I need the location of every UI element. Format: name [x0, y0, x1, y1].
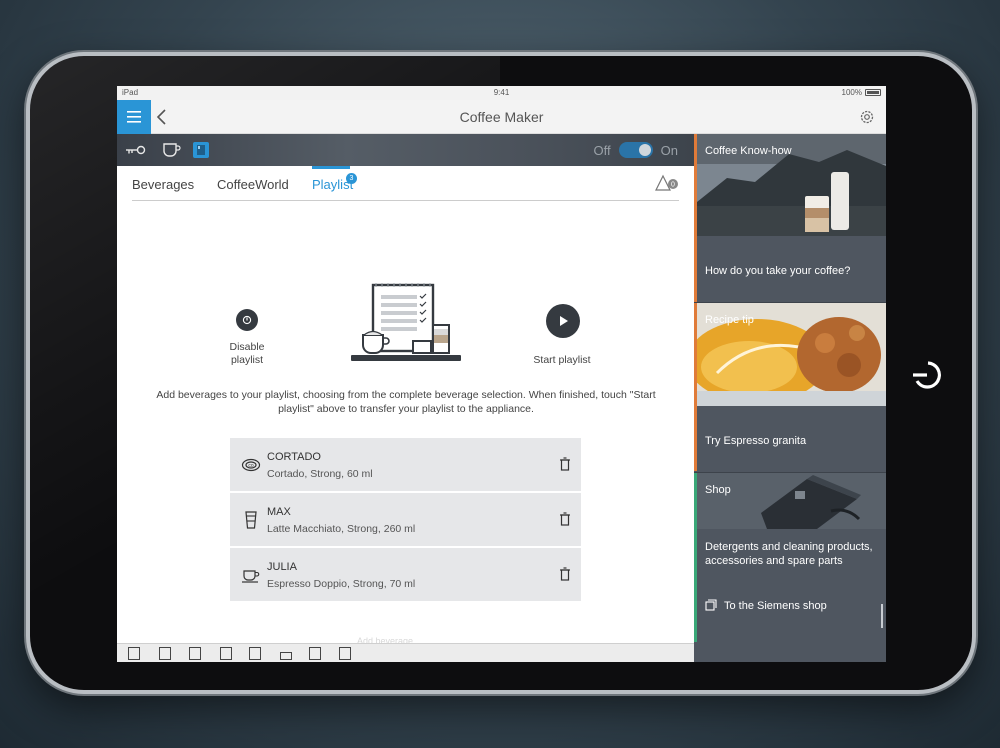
- svg-text:co: co: [248, 463, 254, 469]
- disable-playlist-button[interactable]: [236, 309, 258, 331]
- key-icon[interactable]: [124, 141, 146, 159]
- recipe-tip-card[interactable]: Recipe tip Try Espresso granita: [694, 303, 886, 471]
- scrollbar[interactable]: [881, 604, 883, 628]
- beverage-detail: Espresso Doppio, Strong, 70 ml: [267, 578, 416, 590]
- list-item[interactable]: co CORTADO Cortado, Strong, 60 ml: [230, 438, 581, 491]
- tab-bar: Beverages CoffeeWorld Playlist 3 0: [132, 166, 679, 201]
- coffee-knowhow-card[interactable]: Coffee Know-how How do you take your cof…: [694, 134, 886, 302]
- hood-icon[interactable]: [280, 652, 292, 660]
- right-panel: Coffee Know-how How do you take your cof…: [694, 134, 886, 662]
- list-item[interactable]: JULIA Espresso Doppio, Strong, 70 ml: [230, 548, 581, 601]
- active-tab-indicator: [312, 166, 350, 169]
- battery-percent: 100%: [841, 88, 862, 97]
- power-toggle[interactable]: [618, 142, 653, 158]
- beverage-name: CORTADO: [267, 451, 321, 463]
- beverage-name: MAX: [267, 506, 291, 518]
- disable-playlist-label: Disable playlist: [229, 341, 265, 366]
- appliance-bar: Off On: [117, 134, 694, 166]
- shop-card[interactable]: Shop Detergents and cleaning products, a…: [694, 473, 886, 642]
- warning-count: 0: [671, 182, 675, 189]
- power-small-icon: [242, 315, 252, 325]
- cup-icon[interactable]: [161, 141, 181, 159]
- hob-icon[interactable]: [249, 647, 261, 660]
- beverage-detail: Latte Macchiato, Strong, 260 ml: [267, 523, 416, 535]
- power-toggle-group: Off On: [594, 142, 678, 158]
- nav-bar: Coffee Maker: [117, 100, 886, 134]
- fridge-icon[interactable]: [159, 647, 171, 660]
- oven-icon[interactable]: [309, 647, 321, 660]
- status-bar: iPad 9:41 100%: [117, 86, 886, 100]
- siemens-shop-link[interactable]: To the Siemens shop: [724, 600, 827, 614]
- start-playlist-label: Start playlist: [533, 354, 591, 366]
- beverage-detail: Cortado, Strong, 60 ml: [267, 468, 373, 480]
- card-title: Shop: [705, 484, 731, 496]
- battery-icon: [865, 89, 881, 96]
- tab-coffeeworld[interactable]: CoffeeWorld: [217, 177, 289, 192]
- clock: 9:41: [493, 88, 510, 97]
- card-title: Coffee Know-how: [705, 145, 792, 157]
- washer-icon[interactable]: [189, 647, 201, 660]
- espresso-cup-icon: [242, 570, 260, 583]
- appliance-icon[interactable]: [192, 141, 210, 159]
- trash-icon[interactable]: [559, 512, 571, 526]
- cortado-cup-icon: co: [241, 458, 261, 472]
- knowhow-link[interactable]: How do you take your coffee?: [705, 265, 850, 279]
- recipe-link[interactable]: Try Espresso granita: [705, 435, 806, 449]
- play-icon: [560, 316, 568, 326]
- card-title: Recipe tip: [705, 314, 754, 326]
- off-label: Off: [593, 142, 611, 158]
- gear-icon[interactable]: [858, 108, 876, 126]
- start-playlist-button[interactable]: [546, 304, 580, 338]
- external-link-icon[interactable]: [705, 599, 717, 611]
- warning-icon[interactable]: 0: [655, 174, 679, 192]
- toggle-knob: [638, 144, 651, 156]
- freezer-icon[interactable]: [220, 647, 232, 660]
- dryer-icon[interactable]: [339, 647, 351, 660]
- page-title: Coffee Maker: [459, 109, 544, 125]
- coffee-machine-icon[interactable]: [128, 647, 140, 660]
- shop-description: Detergents and cleaning products, access…: [705, 541, 873, 567]
- playlist-count-badge: 3: [346, 173, 357, 184]
- list-item[interactable]: MAX Latte Macchiato, Strong, 260 ml: [230, 493, 581, 546]
- bottom-toolbar: [117, 643, 694, 662]
- beverage-name: JULIA: [267, 561, 297, 573]
- app-screen: iPad 9:41 100% Coffee Maker Off On Bever…: [117, 86, 886, 662]
- shop-image: [697, 473, 886, 529]
- trash-icon[interactable]: [559, 567, 571, 581]
- tab-beverages[interactable]: Beverages: [132, 177, 194, 192]
- on-label: On: [660, 142, 678, 158]
- playlist-illustration: [351, 283, 461, 361]
- playlist-description: Add beverages to your playlist, choosing…: [156, 389, 656, 415]
- tall-glass-icon: [245, 511, 257, 529]
- trash-icon[interactable]: [559, 457, 571, 471]
- playlist: co CORTADO Cortado, Strong, 60 ml MAX La…: [230, 438, 581, 603]
- power-icon[interactable]: [908, 355, 948, 395]
